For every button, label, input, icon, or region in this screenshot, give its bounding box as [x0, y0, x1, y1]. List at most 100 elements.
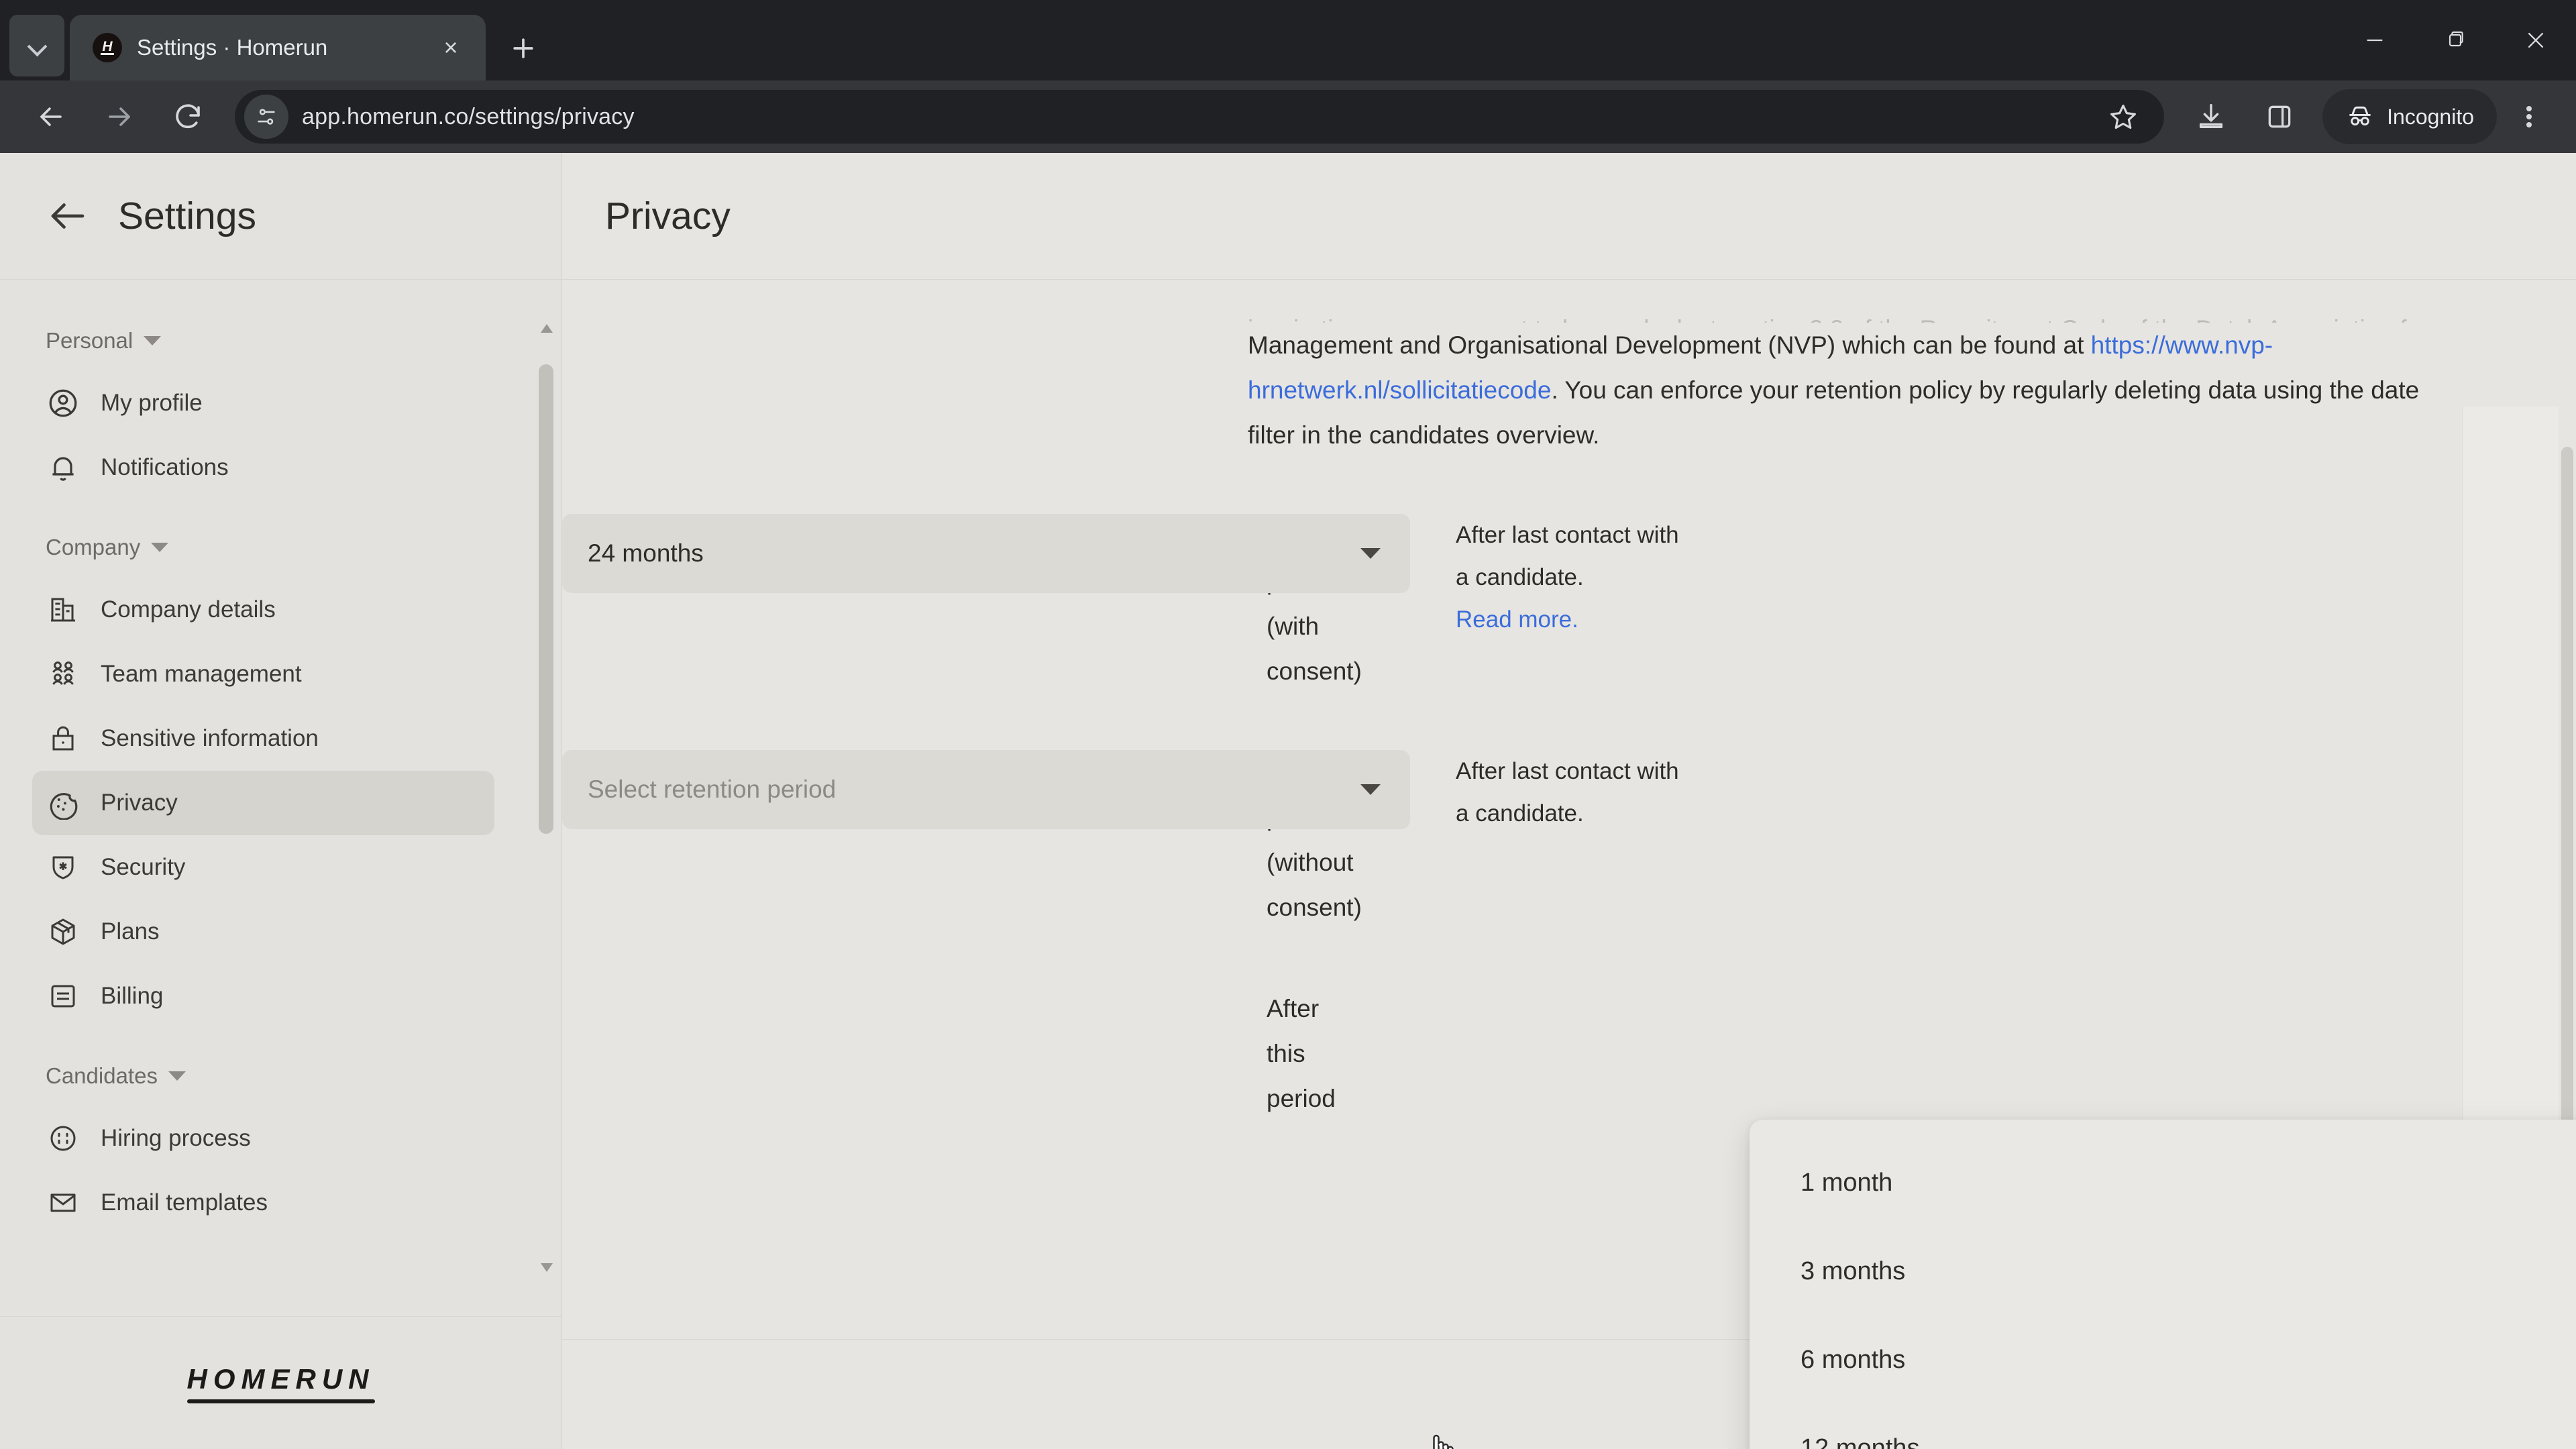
- sidebar-item-label: Sensitive information: [101, 725, 319, 751]
- sidebar-item-sensitive-information[interactable]: Sensitive information: [32, 706, 494, 771]
- tab-title: Settings · Homerun: [137, 35, 328, 60]
- sidebar-item-team-management[interactable]: Team management: [32, 642, 494, 706]
- page-settings-icon[interactable]: [244, 95, 288, 139]
- homerun-logo: HOMERUN: [186, 1363, 375, 1403]
- kebab-menu-icon[interactable]: [2501, 85, 2557, 149]
- dropdown-option-label: 1 month: [1801, 1168, 1893, 1197]
- dropdown-option-label: 6 months: [1801, 1345, 1906, 1374]
- sidebar-item-plans[interactable]: Plans: [32, 900, 494, 964]
- tab-strip: H Settings · Homerun ×: [0, 0, 2576, 80]
- sidebar-item-my-profile[interactable]: My profile: [32, 371, 494, 435]
- document-lines-icon: [46, 979, 80, 1014]
- retention-with-consent-select[interactable]: 24 months: [562, 514, 1410, 593]
- sidebar-item-notifications[interactable]: Notifications: [32, 435, 494, 500]
- nav-group-label-candidates[interactable]: Candidates: [0, 1063, 561, 1089]
- sidebar-item-privacy[interactable]: Privacy: [32, 771, 494, 835]
- people-icon: [46, 657, 80, 692]
- chevron-down-icon: [151, 543, 169, 552]
- sidebar-item-label: Plans: [101, 918, 160, 945]
- page-title: Privacy: [605, 195, 731, 237]
- hint-line-1: After last contact with: [1456, 758, 1679, 784]
- user-circle-icon: [46, 386, 80, 421]
- web-page: Settings Personal My profile Notificatio…: [0, 153, 2576, 1449]
- retention-without-consent-hint: After last contact with a candidate.: [1456, 750, 1818, 835]
- sidebar-item-label: My profile: [101, 390, 203, 416]
- sidebar-item-security[interactable]: Security: [32, 835, 494, 900]
- favicon-homerun-icon: H: [93, 33, 122, 62]
- scroll-up-icon[interactable]: [541, 324, 553, 333]
- dropdown-option-3-months[interactable]: 3 months: [1767, 1227, 2576, 1316]
- sidebar-scrollbar-thumb[interactable]: [539, 364, 553, 834]
- sidebar-item-label: Security: [101, 854, 186, 880]
- scroll-down-icon[interactable]: [541, 1263, 553, 1272]
- read-more-link[interactable]: Read more.: [1456, 606, 1578, 633]
- new-tab-button[interactable]: [499, 24, 547, 72]
- sidebar-item-label: Hiring process: [101, 1125, 251, 1151]
- dropdown-option-label: 3 months: [1801, 1256, 1906, 1285]
- dropdown-option-12-months[interactable]: 12 months: [1767, 1404, 2576, 1449]
- incognito-icon: [2349, 106, 2371, 126]
- settings-sidebar: Settings Personal My profile Notificatio…: [0, 153, 562, 1449]
- sidebar-item-billing[interactable]: Billing: [32, 964, 494, 1028]
- back-arrow-icon[interactable]: [46, 194, 90, 238]
- building-icon: [46, 592, 80, 627]
- close-window-button[interactable]: [2496, 0, 2576, 80]
- maximize-window-button[interactable]: [2415, 0, 2496, 80]
- star-icon[interactable]: [2094, 88, 2152, 146]
- homerun-logo-underline: [186, 1399, 375, 1403]
- forward-button[interactable]: [87, 85, 152, 149]
- window-controls: [2334, 0, 2576, 80]
- sidebar-scrollbar[interactable]: [539, 324, 553, 1272]
- chevron-down-icon: [168, 1071, 186, 1081]
- retention-with-consent-row: Retention period (with consent) 24 month…: [562, 514, 2576, 694]
- close-tab-icon[interactable]: ×: [433, 30, 468, 65]
- side-panel-icon[interactable]: [2247, 85, 2312, 149]
- lock-icon: [46, 721, 80, 756]
- retention-without-consent-select[interactable]: Select retention period: [562, 750, 1410, 829]
- dropdown-option-1-month[interactable]: 1 month: [1767, 1138, 2576, 1227]
- sidebar-item-label: Company details: [101, 596, 276, 623]
- browser-window: H Settings · Homerun × app.homerun.co/se…: [0, 0, 2576, 1449]
- description-line-2: Management and Organisational Developmen…: [1248, 331, 2084, 359]
- nav-group-company: Company Company details Team management …: [0, 535, 561, 1028]
- nav-group-label-company[interactable]: Company: [0, 535, 561, 560]
- nav-group-text: Candidates: [46, 1063, 158, 1088]
- hint-line-1: After last contact with: [1456, 522, 1679, 548]
- reload-button[interactable]: [156, 85, 220, 149]
- nav-group-personal: Personal My profile Notifications: [0, 328, 561, 500]
- retention-with-consent-hint: After last contact with a candidate. Rea…: [1456, 514, 1818, 641]
- nav-group-candidates: Candidates Hiring process Email template…: [0, 1063, 561, 1235]
- chevron-down-icon: [28, 37, 46, 54]
- dropdown-option-6-months[interactable]: 6 months: [1767, 1316, 2576, 1404]
- dropdown-option-label: 12 months: [1801, 1434, 1920, 1449]
- shield-asterisk-icon: [46, 850, 80, 885]
- description-clipped-line: inspiration, you may want to have a look…: [1248, 307, 2469, 323]
- sidebar-footer: HOMERUN: [0, 1316, 561, 1449]
- nav-group-label-personal[interactable]: Personal: [0, 328, 561, 354]
- browser-toolbar: app.homerun.co/settings/privacy Incognit…: [0, 80, 2576, 153]
- sidebar-item-label: Email templates: [101, 1189, 268, 1216]
- sidebar-item-hiring-process[interactable]: Hiring process: [32, 1106, 494, 1171]
- chevron-down-icon: [1360, 548, 1381, 559]
- url-text: app.homerun.co/settings/privacy: [302, 103, 635, 129]
- sidebar-item-company-details[interactable]: Company details: [32, 578, 494, 642]
- tab-search-button[interactable]: [9, 15, 64, 76]
- settings-title: Settings: [118, 195, 256, 237]
- select-value: 24 months: [588, 539, 704, 567]
- circle-dots-icon: [46, 1121, 80, 1156]
- back-button[interactable]: [19, 85, 83, 149]
- hint-line-2: a candidate.: [1456, 800, 1584, 826]
- incognito-indicator[interactable]: Incognito: [2322, 89, 2497, 144]
- after-this-period-row: After this period: [1267, 995, 1336, 1112]
- download-icon[interactable]: [2179, 85, 2243, 149]
- browser-tab[interactable]: H Settings · Homerun ×: [70, 15, 486, 80]
- chevron-down-icon: [1360, 784, 1381, 795]
- sidebar-item-label: Privacy: [101, 790, 178, 816]
- box-icon: [46, 914, 80, 949]
- address-bar[interactable]: app.homerun.co/settings/privacy: [235, 88, 2165, 146]
- envelope-icon: [46, 1185, 80, 1220]
- sidebar-item-label: Team management: [101, 661, 302, 687]
- minimize-window-button[interactable]: [2334, 0, 2415, 80]
- cookie-icon: [46, 786, 80, 820]
- sidebar-item-email-templates[interactable]: Email templates: [32, 1171, 494, 1235]
